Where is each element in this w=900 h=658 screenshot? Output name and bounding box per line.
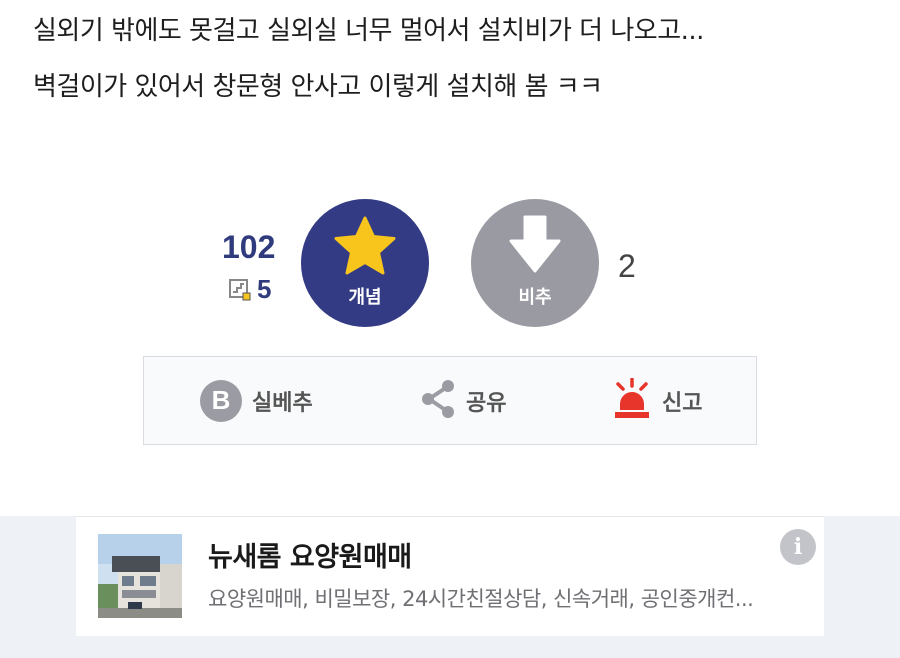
star-icon bbox=[333, 215, 397, 279]
post-text-line-1: 실외기 밖에도 못걸고 실외실 너무 멀어서 설치비가 더 나오고... bbox=[33, 16, 704, 46]
ad-card[interactable]: 뉴새롬 요양원매매 요양원매매, 비밀보장, 24시간친절상담, 신속거래, 공… bbox=[76, 516, 824, 636]
ad-title[interactable]: 뉴새롬 요양원매매 bbox=[208, 535, 412, 574]
info-icon[interactable]: i bbox=[780, 529, 816, 565]
upvote-count: 102 bbox=[222, 229, 276, 265]
fixed-upvote-count: 5 bbox=[257, 274, 272, 304]
real-best-label: 실베추 bbox=[252, 390, 313, 416]
downvote-count: 2 bbox=[618, 248, 636, 284]
post-action-bar: B 실베추 공유 신고 bbox=[143, 356, 757, 445]
fixed-upvote-row: 5 bbox=[229, 274, 271, 305]
real-best-button[interactable]: B 실베추 bbox=[200, 357, 313, 444]
share-button[interactable]: 공유 bbox=[420, 357, 506, 444]
report-label: 신고 bbox=[662, 390, 703, 416]
siren-icon bbox=[612, 376, 652, 424]
upvote-button[interactable]: 개념 bbox=[301, 199, 429, 327]
vote-area: 102 5 개념 비추 2 bbox=[0, 196, 900, 336]
b-circle-icon: B bbox=[200, 379, 242, 422]
downvote-button[interactable]: 비추 bbox=[471, 199, 599, 327]
ad-description[interactable]: 요양원매매, 비밀보장, 24시간친절상담, 신속거래, 공인중개컨... bbox=[208, 583, 808, 613]
ad-thumbnail[interactable] bbox=[98, 534, 182, 618]
share-label: 공유 bbox=[466, 390, 507, 416]
downvote-label: 비추 bbox=[518, 287, 552, 308]
post-text-line-2: 벽걸이가 있어서 창문형 안사고 이렇게 설치해 봄 ㅋㅋ bbox=[33, 72, 603, 102]
upvote-label: 개념 bbox=[348, 287, 382, 308]
fixed-member-icon bbox=[229, 278, 251, 301]
ad-strip: 뉴새롬 요양원매매 요양원매매, 비밀보장, 24시간친절상담, 신속거래, 공… bbox=[0, 516, 900, 658]
report-button[interactable]: 신고 bbox=[612, 357, 702, 444]
arrow-down-icon bbox=[503, 215, 567, 279]
share-icon bbox=[420, 379, 456, 423]
